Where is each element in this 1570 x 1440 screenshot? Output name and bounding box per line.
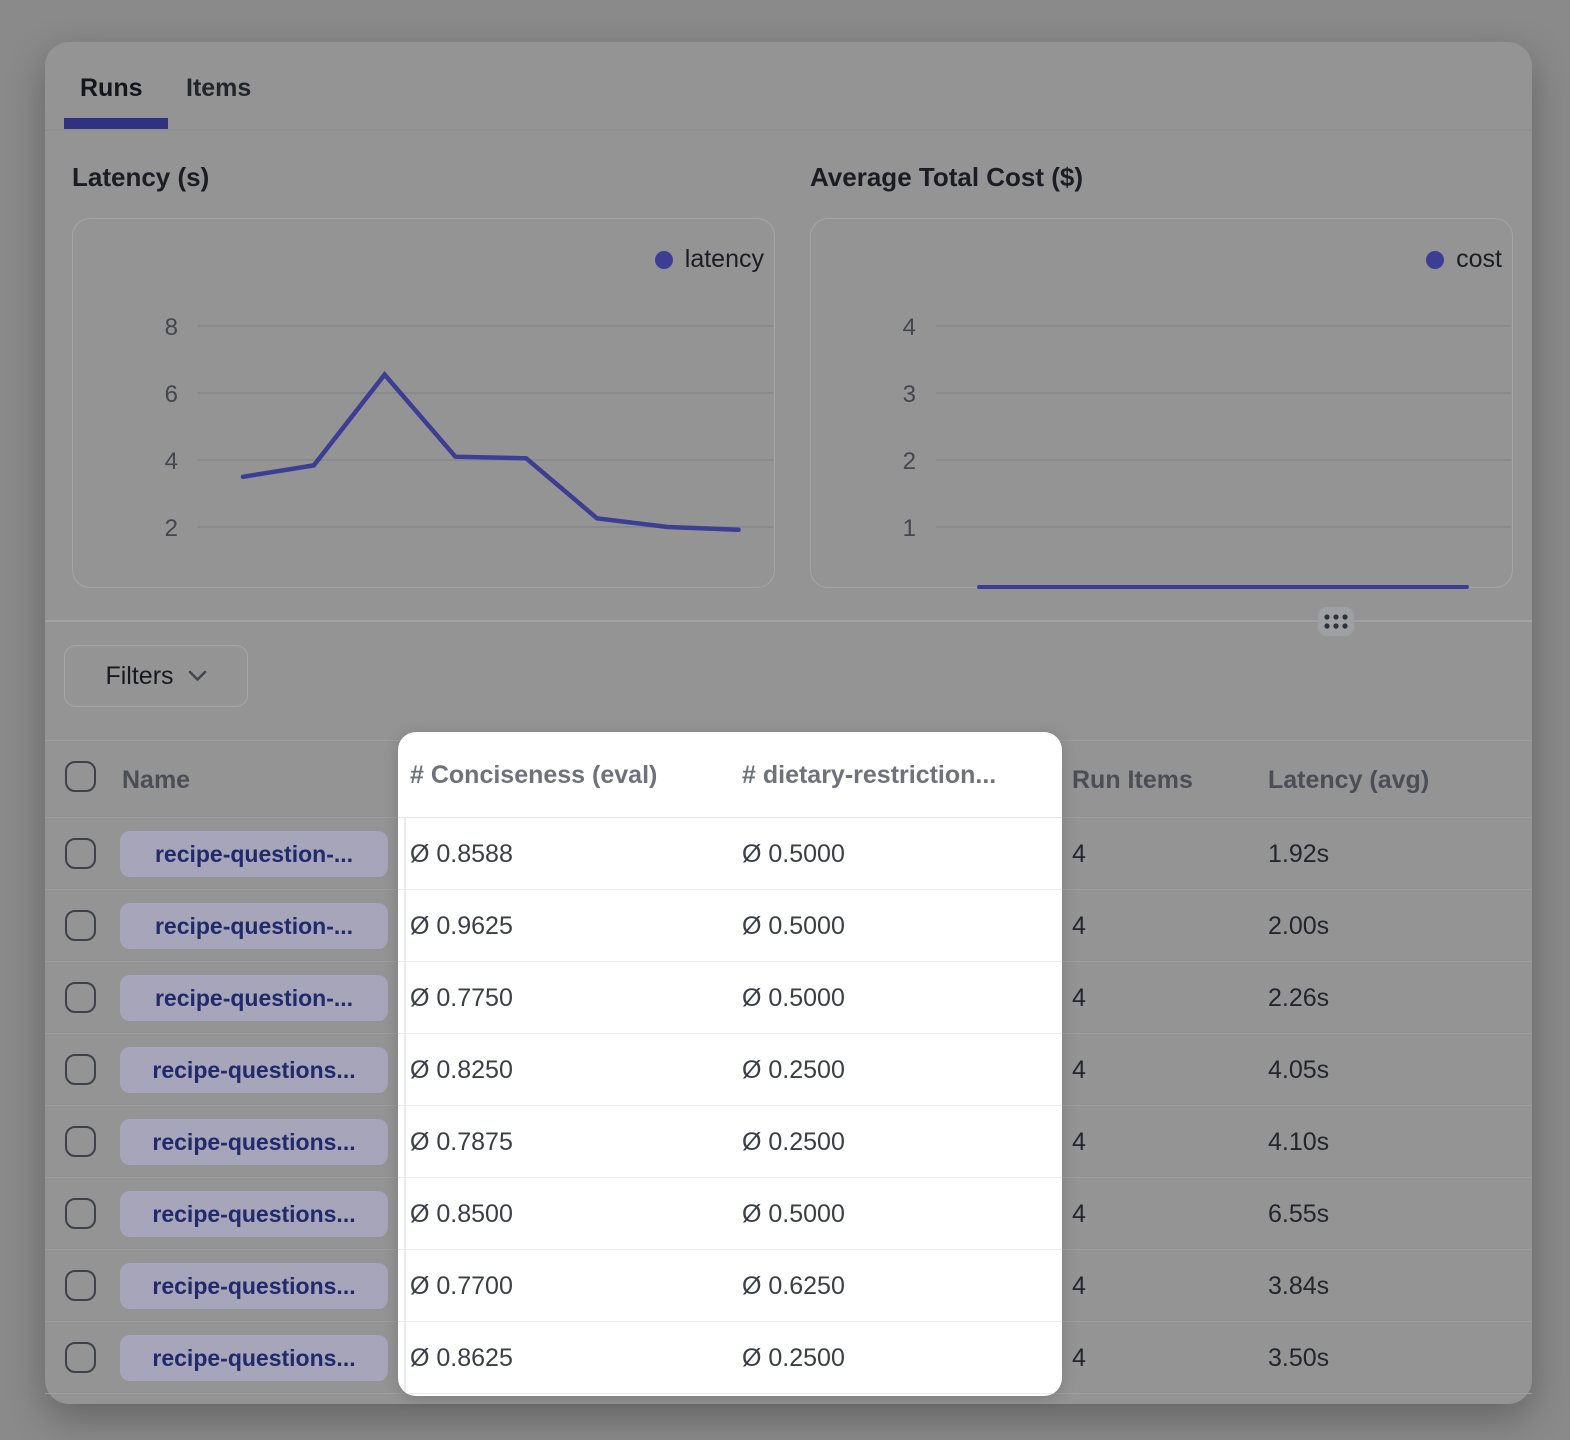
run-items-cell: 4 — [1072, 1322, 1086, 1394]
latency-cell: 2.00s — [1268, 890, 1329, 962]
grip-dots-icon — [1323, 613, 1349, 630]
legend-dot-icon — [1426, 251, 1444, 269]
run-name-badge[interactable]: recipe-questions... — [120, 1335, 388, 1381]
column-header-run-items: Run Items — [1072, 741, 1193, 819]
run-items-cell: 4 — [1072, 890, 1086, 962]
conciseness-cell: Ø 0.7750 — [410, 962, 513, 1034]
dietary-restriction-cell: Ø 0.5000 — [742, 890, 845, 962]
latency-legend: latency — [655, 245, 764, 274]
latency-cell: 1.92s — [1268, 818, 1329, 890]
filters-button[interactable]: Filters — [64, 645, 248, 707]
cost-legend: cost — [1426, 245, 1502, 274]
cost-line-chart: 4 3 2 1 — [811, 219, 1514, 589]
legend-label: cost — [1456, 245, 1502, 274]
svg-text:4: 4 — [165, 448, 178, 475]
legend-dot-icon — [655, 251, 673, 269]
latency-cell: 2.26s — [1268, 962, 1329, 1034]
conciseness-cell: Ø 0.8250 — [410, 1034, 513, 1106]
run-name-badge[interactable]: recipe-questions... — [120, 1047, 388, 1093]
legend-label: latency — [685, 245, 764, 274]
spotlight-header-row: # Conciseness (eval) # dietary-restricti… — [398, 732, 1062, 818]
latency-chart-panel: 8 6 4 2 latency — [72, 218, 775, 588]
run-name-badge[interactable]: recipe-question-... — [120, 831, 388, 877]
row-checkbox[interactable] — [65, 1270, 96, 1301]
spotlight-row: Ø 0.8625 Ø 0.2500 — [398, 1322, 1062, 1394]
dietary-restriction-cell: Ø 0.5000 — [742, 1178, 845, 1250]
latency-line-chart: 8 6 4 2 — [73, 219, 776, 589]
select-all-checkbox[interactable] — [65, 761, 96, 792]
row-checkbox[interactable] — [65, 838, 96, 869]
latency-chart-title: Latency (s) — [72, 162, 209, 193]
run-name-badge[interactable]: recipe-question-... — [120, 903, 388, 949]
spotlight-row: Ø 0.8588 Ø 0.5000 — [398, 818, 1062, 890]
spotlight-row: Ø 0.8500 Ø 0.5000 — [398, 1178, 1062, 1250]
active-tab-indicator — [64, 118, 168, 129]
latency-cell: 6.55s — [1268, 1178, 1329, 1250]
tab-runs[interactable]: Runs — [80, 74, 143, 103]
spotlight-row: Ø 0.7750 Ø 0.5000 — [398, 962, 1062, 1034]
cost-chart-panel: 4 3 2 1 cost — [810, 218, 1513, 588]
run-name-badge[interactable]: recipe-questions... — [120, 1119, 388, 1165]
conciseness-cell: Ø 0.7875 — [410, 1106, 513, 1178]
svg-text:1: 1 — [903, 515, 916, 542]
run-items-cell: 4 — [1072, 962, 1086, 1034]
column-divider — [404, 818, 406, 1396]
latency-cell: 3.84s — [1268, 1250, 1329, 1322]
latency-cell: 4.05s — [1268, 1034, 1329, 1106]
run-name-badge[interactable]: recipe-questions... — [120, 1263, 388, 1309]
svg-text:3: 3 — [903, 381, 916, 408]
spotlight-row: Ø 0.8250 Ø 0.2500 — [398, 1034, 1062, 1106]
latency-cell: 4.10s — [1268, 1106, 1329, 1178]
run-name-badge[interactable]: recipe-questions... — [120, 1191, 388, 1237]
row-checkbox[interactable] — [65, 1198, 96, 1229]
dietary-restriction-cell: Ø 0.5000 — [742, 818, 845, 890]
row-checkbox[interactable] — [65, 982, 96, 1013]
filters-label: Filters — [105, 662, 173, 691]
run-items-cell: 4 — [1072, 1106, 1086, 1178]
column-header-dietary-restriction: # dietary-restriction... — [742, 732, 996, 818]
run-name-badge[interactable]: recipe-question-... — [120, 975, 388, 1021]
run-items-cell: 4 — [1072, 818, 1086, 890]
row-checkbox[interactable] — [65, 910, 96, 941]
conciseness-cell: Ø 0.9625 — [410, 890, 513, 962]
section-divider — [45, 620, 1532, 622]
page-background: Runs Items Latency (s) Average Total Cos… — [0, 0, 1570, 1440]
column-header-name: Name — [122, 741, 190, 819]
cost-chart-title: Average Total Cost ($) — [810, 162, 1083, 193]
run-items-cell: 4 — [1072, 1250, 1086, 1322]
row-checkbox[interactable] — [65, 1126, 96, 1157]
svg-text:4: 4 — [903, 314, 916, 341]
dietary-restriction-cell: Ø 0.6250 — [742, 1250, 845, 1322]
dietary-restriction-cell: Ø 0.2500 — [742, 1106, 845, 1178]
run-items-cell: 4 — [1072, 1178, 1086, 1250]
chevron-down-icon — [188, 670, 207, 682]
column-header-conciseness: # Conciseness (eval) — [410, 732, 657, 818]
conciseness-cell: Ø 0.8500 — [410, 1178, 513, 1250]
resize-handle[interactable] — [1318, 607, 1354, 636]
latency-cell: 3.50s — [1268, 1322, 1329, 1394]
run-items-cell: 4 — [1072, 1034, 1086, 1106]
conciseness-cell: Ø 0.7700 — [410, 1250, 513, 1322]
main-panel: Runs Items Latency (s) Average Total Cos… — [45, 42, 1532, 1404]
svg-text:8: 8 — [165, 314, 178, 341]
dietary-restriction-cell: Ø 0.5000 — [742, 962, 845, 1034]
column-header-latency: Latency (avg) — [1268, 741, 1429, 819]
spotlight-row: Ø 0.9625 Ø 0.5000 — [398, 890, 1062, 962]
tab-items[interactable]: Items — [186, 74, 251, 103]
svg-text:2: 2 — [165, 515, 178, 542]
spotlight-row: Ø 0.7700 Ø 0.6250 — [398, 1250, 1062, 1322]
row-checkbox[interactable] — [65, 1054, 96, 1085]
svg-text:2: 2 — [903, 448, 916, 475]
row-checkbox[interactable] — [65, 1342, 96, 1373]
dietary-restriction-cell: Ø 0.2500 — [742, 1034, 845, 1106]
dietary-restriction-cell: Ø 0.2500 — [742, 1322, 845, 1394]
svg-text:6: 6 — [165, 381, 178, 408]
conciseness-cell: Ø 0.8588 — [410, 818, 513, 890]
spotlight-panel: # Conciseness (eval) # dietary-restricti… — [398, 732, 1062, 1396]
spotlight-row: Ø 0.7875 Ø 0.2500 — [398, 1106, 1062, 1178]
tabs-divider — [45, 129, 1532, 131]
conciseness-cell: Ø 0.8625 — [410, 1322, 513, 1394]
